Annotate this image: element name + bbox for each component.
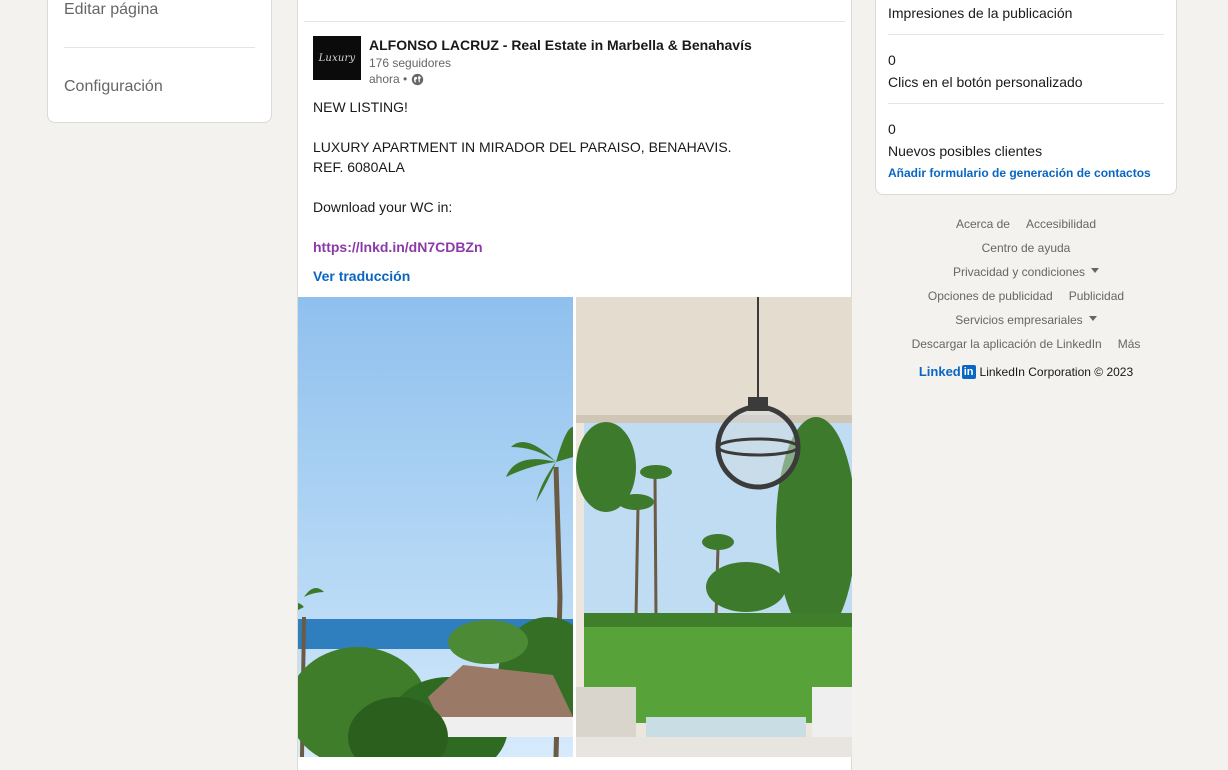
footer-help-center-link[interactable]: Centro de ayuda: [982, 238, 1071, 262]
globe-icon: [412, 73, 424, 85]
footer-business-services-dropdown[interactable]: Servicios empresariales: [955, 310, 1097, 334]
footer-ad-choices-link[interactable]: Opciones de publicidad: [928, 286, 1053, 310]
footer-about-link[interactable]: Acerca de: [956, 214, 1010, 238]
settings-link[interactable]: Configuración: [64, 78, 163, 96]
chevron-down-icon: [1091, 268, 1100, 274]
post-body: NEW LISTING! LUXURY APARTMENT IN MIRADOR…: [313, 97, 833, 257]
new-leads-label: Nuevos posibles clientes: [888, 143, 1043, 159]
linkedin-logo: Linked in: [919, 364, 976, 379]
footer-get-app-link[interactable]: Descargar la aplicación de LinkedIn: [912, 334, 1102, 358]
post-line: [313, 177, 833, 197]
footer-links: Acerca de Accesibilidad Centro de ayuda …: [875, 214, 1177, 379]
footer-more-link[interactable]: Más: [1118, 334, 1141, 358]
post-line: Download your WC in:: [313, 199, 453, 215]
post-divider: [304, 21, 845, 22]
post-line: [313, 117, 833, 137]
sea-view-illustration: [298, 297, 573, 757]
feed-post-card: Luxury ALFONSO LACRUZ - Real Estate in M…: [297, 0, 852, 770]
post-time-text: ahora •: [369, 72, 408, 86]
terrace-illustration: [576, 297, 852, 757]
edit-page-link[interactable]: Editar página: [64, 1, 158, 19]
footer-business-services-label: Servicios empresariales: [955, 313, 1083, 327]
linkedin-in-badge: in: [961, 364, 976, 379]
company-logo-text: Luxury: [318, 52, 356, 64]
add-lead-form-link[interactable]: Añadir formulario de generación de conta…: [888, 166, 1151, 180]
follower-count: 176 seguidores: [369, 56, 452, 70]
footer-brand: Linked in LinkedIn Corporation © 2023: [875, 364, 1177, 379]
chevron-down-icon: [1088, 316, 1097, 322]
stat-divider: [888, 103, 1164, 104]
footer-privacy-label: Privacidad y condiciones: [952, 265, 1086, 279]
impressions-label: Impresiones de la publicación: [888, 5, 1073, 21]
post-line: [313, 217, 833, 237]
stat-divider: [888, 34, 1164, 35]
post-photo-terrace[interactable]: [576, 297, 852, 757]
post-author-name[interactable]: ALFONSO LACRUZ - Real Estate in Marbella…: [369, 37, 752, 53]
post-link-line: https://lnkd.in/dN7CDBZn: [313, 237, 833, 257]
footer-accessibility-link[interactable]: Accesibilidad: [1026, 214, 1096, 238]
footer-privacy-dropdown[interactable]: Privacidad y condiciones: [952, 262, 1100, 286]
post-analytics-card: Impresiones de la publicación 0 Clics en…: [875, 0, 1177, 195]
post-line: LUXURY APARTMENT IN MIRADOR DEL PARAISO,…: [313, 139, 732, 155]
linkedin-logo-word: Linked: [918, 364, 961, 379]
see-translation-button[interactable]: Ver traducción: [313, 268, 410, 284]
custom-button-clicks-value: 0: [888, 52, 896, 68]
shortened-link[interactable]: https://lnkd.in/dN7CDBZn: [313, 239, 483, 255]
company-logo[interactable]: Luxury: [313, 36, 361, 80]
post-line: NEW LISTING!: [313, 99, 408, 115]
page-admin-menu: Editar página Configuración: [47, 0, 272, 123]
post-timestamp: ahora •: [369, 72, 424, 86]
copyright-text: LinkedIn Corporation © 2023: [979, 364, 1134, 379]
custom-button-clicks-label: Clics en el botón personalizado: [888, 74, 1083, 90]
post-line: REF. 6080ALA: [313, 159, 405, 175]
footer-advertising-link[interactable]: Publicidad: [1069, 286, 1124, 310]
new-leads-value: 0: [888, 121, 896, 137]
menu-divider: [64, 47, 255, 48]
post-photo-sea-view[interactable]: [298, 297, 573, 757]
